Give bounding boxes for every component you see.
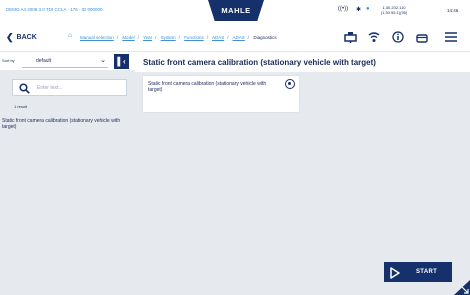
list-item-label: Static front camera calibration (station… bbox=[2, 118, 121, 130]
back-label: BACK bbox=[16, 34, 37, 41]
search-input[interactable]: Enter text... bbox=[12, 79, 127, 96]
menu-icon[interactable] bbox=[444, 30, 458, 44]
function-card-label: Static front camera calibration (station… bbox=[148, 81, 267, 93]
sort-row: Sort by default ⌄ ▌‹ bbox=[0, 52, 135, 70]
back-button[interactable]: ❮ BACK bbox=[6, 32, 37, 43]
breadcrumb-adas-2[interactable]: ADAS bbox=[233, 35, 245, 40]
info-icon[interactable] bbox=[391, 30, 405, 44]
start-button[interactable]: START bbox=[384, 262, 452, 282]
page-title: Static front camera calibration (station… bbox=[143, 58, 376, 67]
content-header: Static front camera calibration (station… bbox=[135, 52, 470, 72]
breadcrumb-manual-selection[interactable]: Manual selection bbox=[80, 35, 114, 40]
sort-select[interactable]: default ⌄ bbox=[22, 55, 108, 68]
play-icon bbox=[390, 266, 400, 279]
clock: 14:46 bbox=[447, 8, 459, 13]
chevron-down-icon: ⌄ bbox=[100, 57, 106, 64]
vehicle-connect-icon[interactable] bbox=[343, 30, 357, 44]
chevron-left-icon: ❮ bbox=[6, 32, 14, 42]
list-item[interactable]: Static front camera calibration (station… bbox=[0, 112, 135, 138]
search-placeholder: Enter text... bbox=[37, 85, 63, 91]
start-label: START bbox=[416, 269, 438, 275]
sort-value: default bbox=[36, 58, 52, 64]
sort-label: Sort by bbox=[2, 58, 15, 63]
nav-bar: ❮ BACK ⌂ Manual selection / Model / Year / … bbox=[0, 22, 470, 52]
bluetooth-icon: ✱ bbox=[356, 7, 362, 13]
breadcrumb-system[interactable]: System bbox=[161, 35, 176, 40]
cart-icon[interactable] bbox=[415, 30, 429, 44]
breadcrumb: Manual selection / Model / Year / System / F… bbox=[80, 35, 277, 40]
collapse-left-icon: ▌‹ bbox=[117, 57, 126, 66]
brand-logo: MAHLE bbox=[208, 0, 264, 21]
breadcrumb-current: Diagnostics bbox=[253, 35, 277, 40]
ip-address: 1.30.202.110 (1.30.95.1)(95) bbox=[380, 5, 408, 15]
main-content: Static front camera calibration (station… bbox=[135, 52, 470, 295]
connection-icon: ● bbox=[366, 6, 370, 12]
results-count: 1 result bbox=[14, 104, 28, 109]
breadcrumb-model[interactable]: Model bbox=[122, 35, 134, 40]
status-bar: DEMO A4 2008 3.0 TDI CCLA - 176 - ID 000… bbox=[0, 0, 470, 22]
search-icon bbox=[19, 81, 30, 97]
vehicle-info: DEMO A4 2008 3.0 TDI CCLA - 176 - ID 000… bbox=[6, 7, 103, 12]
signal-icon: ((•)) bbox=[338, 6, 349, 12]
radio-selected[interactable] bbox=[285, 79, 295, 89]
collapse-sidebar-button[interactable]: ▌‹ bbox=[114, 54, 129, 69]
function-card[interactable]: Static front camera calibration (station… bbox=[143, 76, 299, 112]
breadcrumb-adas[interactable]: ADAS bbox=[212, 35, 224, 40]
brand-name: MAHLE bbox=[221, 6, 251, 15]
home-icon[interactable]: ⌂ bbox=[68, 32, 72, 39]
wifi-icon[interactable] bbox=[367, 30, 381, 44]
breadcrumb-year[interactable]: Year bbox=[143, 35, 152, 40]
breadcrumb-functions[interactable]: Functions bbox=[184, 35, 204, 40]
sidebar: Sort by default ⌄ ▌‹ Enter text... 1 res… bbox=[0, 52, 135, 295]
